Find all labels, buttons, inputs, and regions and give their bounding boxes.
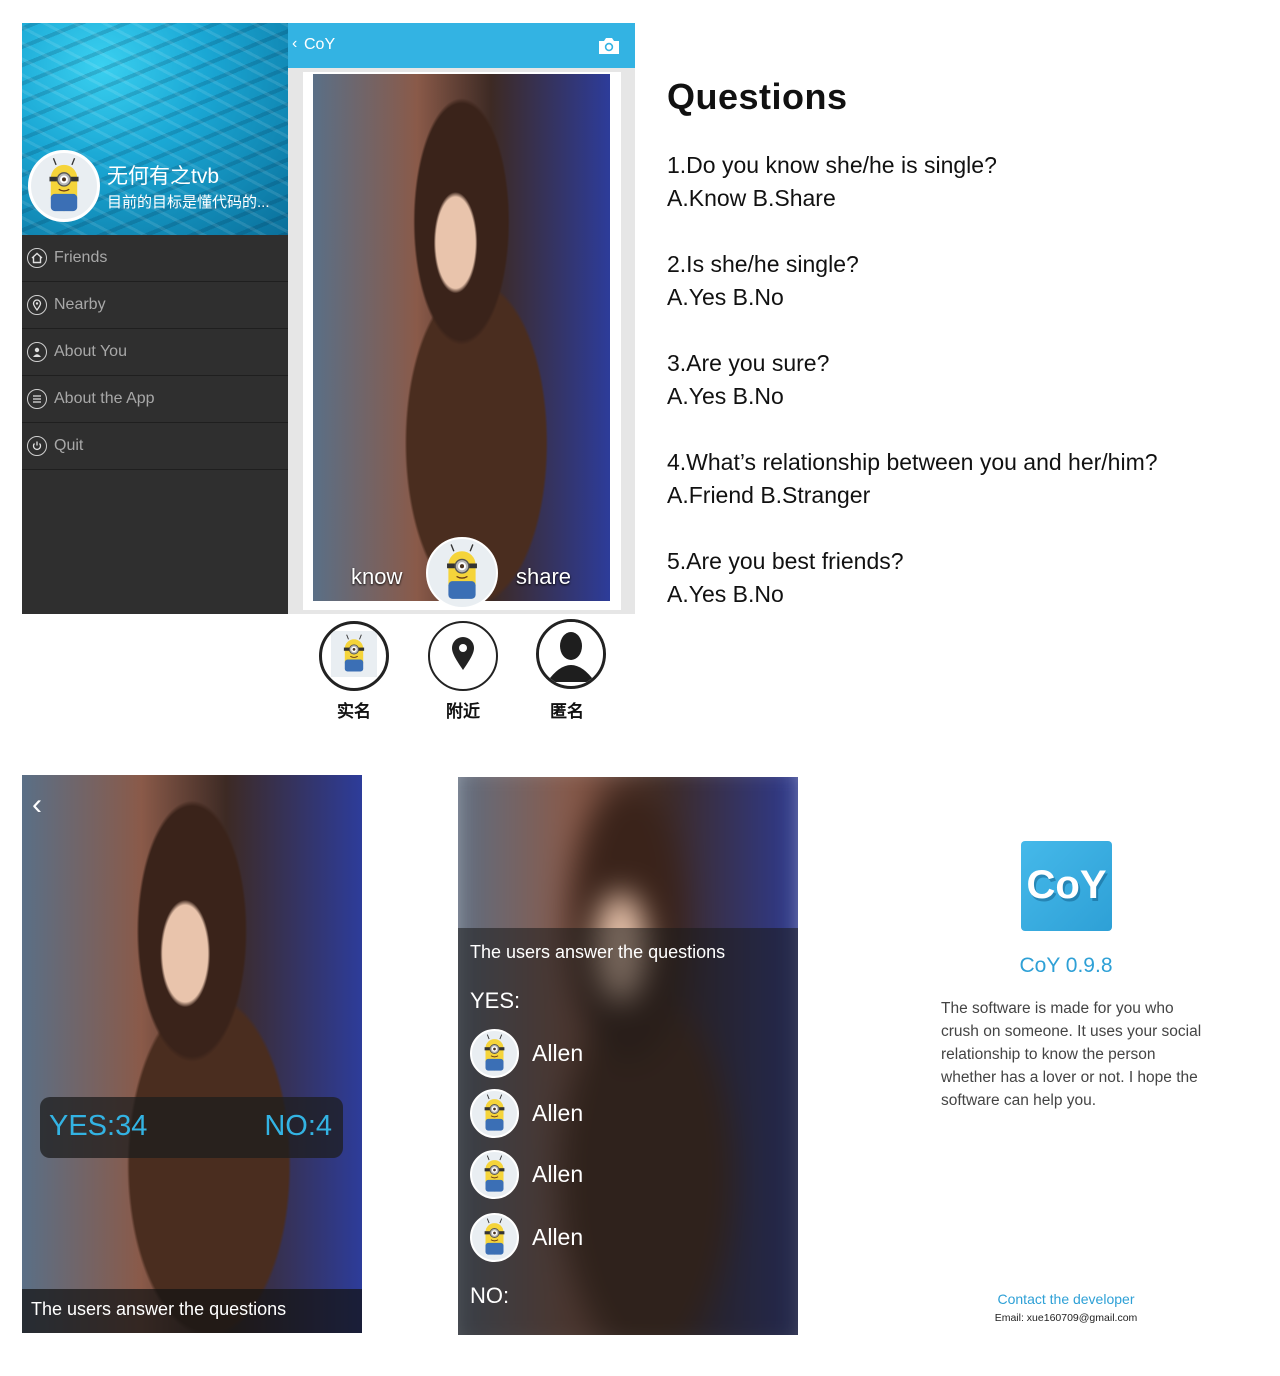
tab-nearby[interactable]	[428, 621, 498, 691]
anonymous-user-icon	[539, 622, 603, 686]
list-item[interactable]: Allen	[470, 1028, 583, 1078]
app-logo-text: CoY	[1026, 863, 1107, 907]
share-button[interactable]: share	[516, 564, 571, 590]
location-pin-icon	[450, 636, 476, 676]
location-pin-icon	[27, 295, 47, 315]
no-section-label: NO:	[470, 1283, 510, 1308]
avatar	[470, 1149, 519, 1199]
menu-item-label: About You	[54, 343, 127, 360]
profile-card-frame: know share	[288, 68, 635, 614]
list-item[interactable]: Allen	[470, 1088, 583, 1138]
back-button[interactable]: ‹	[292, 35, 297, 53]
question-item: 3.Are you sure? A.Yes B.No	[667, 347, 1267, 413]
question-options: A.Yes B.No	[667, 383, 784, 409]
side-menu-panel: 无何有之tvb 目前的目标是懂代码的... Friends Nearby Abo…	[22, 23, 288, 614]
app-description: The software is made for you who crush o…	[941, 1000, 1202, 1109]
question-text: 5.Are you best friends?	[667, 548, 904, 574]
question-item: 2.Is she/he single? A.Yes B.No	[667, 248, 1267, 314]
menu-item-nearby[interactable]: Nearby	[22, 282, 288, 329]
menu-item-friends[interactable]: Friends	[22, 235, 288, 282]
list-item[interactable]: Allen	[470, 1212, 583, 1262]
question-options: A.Know B.Share	[667, 185, 836, 211]
menu-item-label: Quit	[54, 437, 84, 454]
answers-screen: The users answer the questions YES: Alle…	[458, 777, 798, 1335]
minion-avatar-icon	[331, 631, 377, 682]
tab-label: 附近	[446, 702, 480, 721]
question-item: 4.What’s relationship between you and he…	[667, 446, 1267, 512]
vote-result-bar: YES:34 NO:4	[40, 1097, 343, 1158]
no-count[interactable]: NO:4	[264, 1110, 332, 1143]
profile-username: 无何有之tvb	[107, 165, 220, 188]
contact-developer-link[interactable]: Contact the developer	[960, 1291, 1172, 1307]
question-text: 1.Do you know she/he is single?	[667, 152, 997, 178]
tab-anonymous[interactable]	[536, 619, 606, 689]
question-text: 2.Is she/he single?	[667, 251, 859, 277]
avatar	[470, 1212, 519, 1262]
tab-label: 实名	[337, 702, 371, 721]
user-name: Allen	[532, 1099, 584, 1126]
tab-label: 匿名	[550, 702, 584, 721]
question-item: 1.Do you know she/he is single? A.Know B…	[667, 149, 1267, 215]
profile-card: know share	[303, 72, 621, 610]
list-item[interactable]: Allen	[470, 1149, 583, 1199]
camera-icon[interactable]	[597, 37, 621, 55]
list-icon	[27, 389, 47, 409]
question-text: 3.Are you sure?	[667, 350, 830, 376]
result-screen: ‹ YES:34 NO:4 The users answer the quest…	[22, 775, 362, 1333]
question-options: A.Yes B.No	[667, 284, 784, 310]
question-item: 5.Are you best friends? A.Yes B.No	[667, 545, 1267, 611]
home-icon	[27, 248, 47, 268]
avatar	[470, 1028, 519, 1078]
profile-tagline: 目前的目标是懂代码的...	[107, 194, 270, 211]
questions-section: Questions 1.Do you know she/he is single…	[667, 76, 1267, 644]
avatar	[470, 1088, 519, 1138]
profile-photo[interactable]	[313, 74, 610, 601]
app-header: ‹ CoY	[288, 23, 635, 68]
menu-item-label: About the App	[54, 390, 155, 407]
question-text: 4.What’s relationship between you and he…	[667, 449, 1158, 475]
question-options: A.Friend B.Stranger	[667, 482, 871, 508]
developer-email: Email: xue160709@gmail.com	[994, 1312, 1138, 1324]
back-button[interactable]: ‹	[32, 788, 42, 822]
answers-overlay: The users answer the questions YES: Alle…	[458, 928, 798, 1335]
app-title: CoY	[304, 36, 336, 53]
power-icon	[27, 436, 47, 456]
menu-item-quit[interactable]: Quit	[22, 423, 288, 470]
app-logo: CoY	[1021, 841, 1112, 931]
user-name: Allen	[532, 1039, 584, 1066]
questions-title: Questions	[667, 76, 848, 117]
yes-count[interactable]: YES:34	[49, 1110, 147, 1143]
know-button[interactable]: know	[351, 564, 402, 590]
user-name: Allen	[532, 1223, 584, 1250]
tab-real-name[interactable]	[319, 621, 389, 691]
menu-item-label: Friends	[54, 249, 108, 266]
user-name: Allen	[532, 1160, 584, 1187]
yes-section-label: YES:	[470, 988, 521, 1013]
question-options: A.Yes B.No	[667, 581, 784, 607]
menu-item-about-app[interactable]: About the App	[22, 376, 288, 423]
app-version: CoY 0.9.8	[1019, 954, 1113, 977]
avatar[interactable]	[28, 150, 100, 222]
menu-item-about-you[interactable]: About You	[22, 329, 288, 376]
answers-link[interactable]: The users answer the questions	[22, 1289, 362, 1333]
menu-item-label: Nearby	[54, 296, 106, 313]
answers-heading: The users answer the questions	[470, 942, 726, 962]
avatar[interactable]	[426, 537, 498, 609]
user-icon	[27, 342, 47, 362]
